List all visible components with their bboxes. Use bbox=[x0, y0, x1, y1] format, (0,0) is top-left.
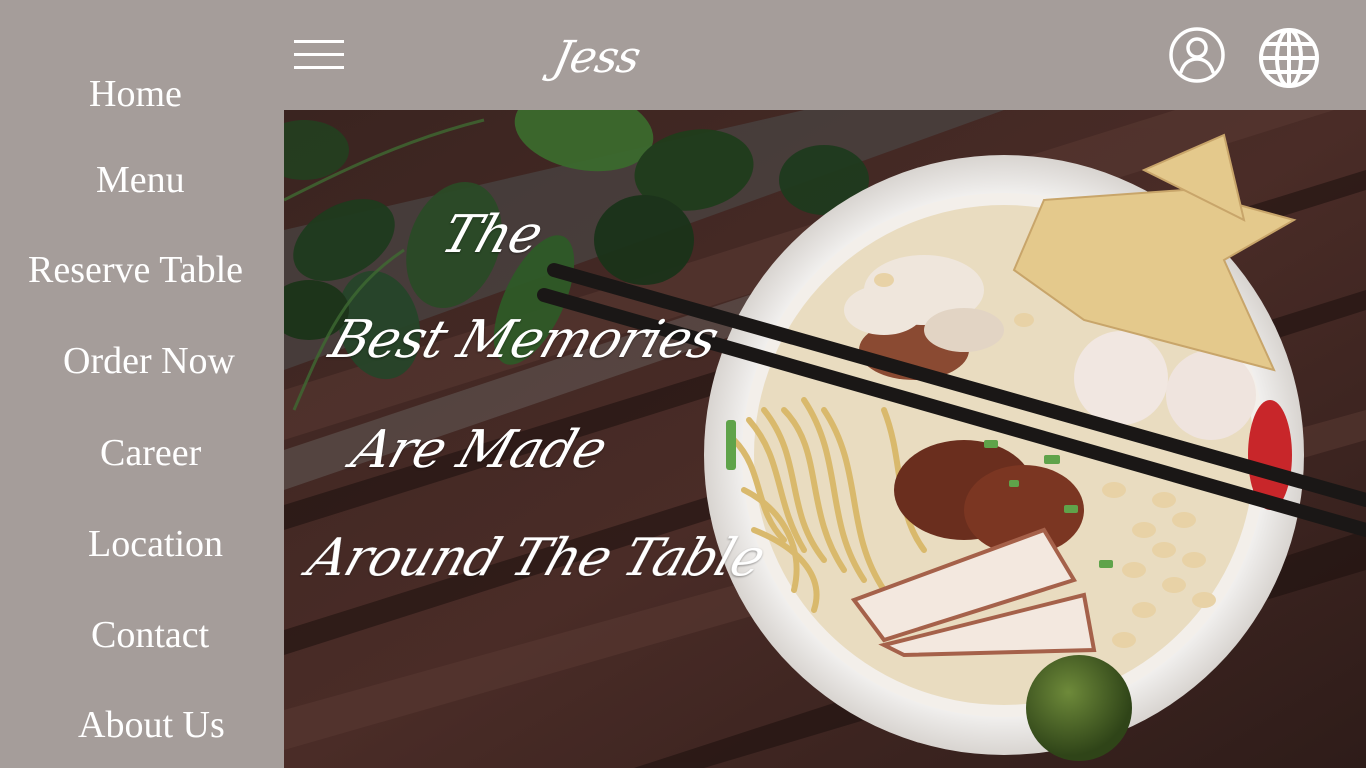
hero-tagline-line-1: The bbox=[434, 205, 550, 265]
brand-logo[interactable]: Jess House bbox=[530, 14, 794, 171]
nav-item-reserve-table[interactable]: Reserve Table bbox=[28, 250, 243, 290]
user-icon[interactable] bbox=[1169, 27, 1225, 83]
nav-item-career[interactable]: Career bbox=[100, 433, 201, 473]
nav-item-order-now[interactable]: Order Now bbox=[63, 341, 235, 381]
nav-item-menu[interactable]: Menu bbox=[96, 160, 185, 200]
nav-item-about-us[interactable]: About Us bbox=[78, 705, 225, 745]
hero-tagline-line-4: Around The Table bbox=[300, 528, 773, 588]
hamburger-icon[interactable] bbox=[294, 38, 344, 72]
sidebar-nav: Home Menu Reserve Table Order Now Career… bbox=[0, 0, 284, 768]
hero-banner: The Best Memories Are Made Around The Ta… bbox=[284, 110, 1366, 768]
nav-item-contact[interactable]: Contact bbox=[91, 615, 209, 655]
nav-item-home[interactable]: Home bbox=[89, 74, 182, 114]
globe-icon[interactable] bbox=[1258, 27, 1320, 89]
hero-tagline-line-2: Best Memories bbox=[322, 310, 726, 370]
hero-tagline-line-3: Are Made bbox=[344, 420, 614, 480]
header: Jess House bbox=[284, 0, 1366, 171]
page: Home Menu Reserve Table Order Now Career… bbox=[0, 0, 1366, 768]
nav-item-location[interactable]: Location bbox=[88, 524, 223, 564]
